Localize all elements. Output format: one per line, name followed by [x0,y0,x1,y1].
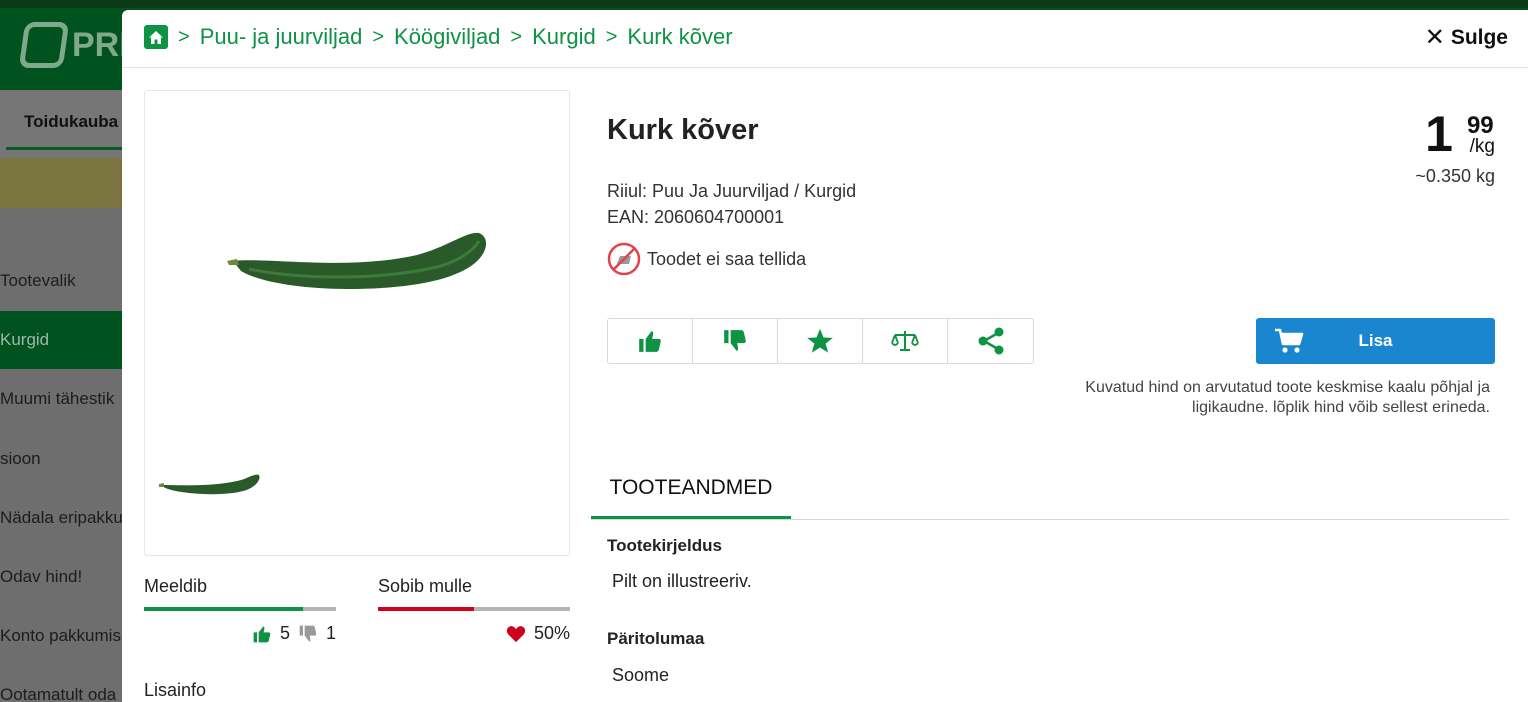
thumbs-down-icon [724,330,746,351]
likes-rating: Meeldib 5 1 [144,576,336,644]
close-button[interactable]: ✕ Sulge [1425,26,1508,50]
sidebar-item-nadala[interactable]: Nädala eripakku [0,489,130,547]
likes-count: 5 [279,623,290,643]
like-button[interactable] [608,319,693,363]
breadcrumb: > Puu- ja juurviljad > Köögiviljad > Kur… [144,24,733,50]
tab-divider [591,519,1509,520]
sidebar-item-konto[interactable]: Konto pakkumis [0,607,130,665]
background-logo: PRI [18,22,129,68]
home-icon[interactable] [144,25,168,49]
compare-button[interactable] [863,319,948,363]
action-buttons [607,318,1034,364]
background-nav-underline [6,147,124,150]
share-button[interactable] [948,319,1033,363]
description-value: Pilt on illustreeriv. [612,571,752,591]
logo-mark-icon [18,22,70,68]
sidebar-item-ootamatult[interactable]: Ootamatult oda [0,666,130,702]
background-header-strip [0,0,1528,8]
sidebar-item-tootevalik[interactable]: Tootevalik [0,252,130,310]
close-icon: ✕ [1424,24,1445,51]
likes-bar [144,607,336,611]
chevron-right-icon: > [605,25,618,48]
product-title: Kurk kõver [607,114,759,146]
star-icon [807,328,833,353]
cart-icon [1275,328,1304,353]
close-label: Sulge [1450,26,1508,49]
price-block: 1 99 /kg ~0.350 kg [1415,106,1495,187]
tab-tooteandmed[interactable]: TOOTEANDMED [591,474,791,519]
price-weight: ~0.350 kg [1415,166,1495,186]
price-integer: 1 [1425,106,1453,162]
origin-value: Soome [612,665,670,685]
scale-icon [891,331,919,351]
lisainfo-heading: Lisainfo [144,680,207,700]
add-to-cart-label: Lisa [1358,331,1393,350]
suits-counts: 50% [378,623,570,644]
shelf-info: Riiul: Puu Ja Juurviljad / Kurgid [607,181,857,201]
product-modal: > Puu- ja juurviljad > Köögiviljad > Kur… [122,10,1528,702]
sidebar-item-kurgid[interactable]: Kurgid [0,311,130,369]
modal-header: > Puu- ja juurviljad > Köögiviljad > Kur… [122,10,1528,68]
breadcrumb-item-current[interactable]: Kurk kõver [627,24,732,50]
breadcrumb-item[interactable]: Köögiviljad [394,24,500,50]
likes-counts: 5 1 [144,623,336,644]
likes-bar-fill [144,607,304,611]
logo-text: PRI [72,25,129,64]
sidebar-item-muumi[interactable]: Muumi tähestik [0,370,130,428]
background-nav-label[interactable]: Toidukauba [24,112,118,132]
not-orderable-text: Toodet ei saa tellida [647,248,807,269]
chevron-right-icon: > [178,25,190,48]
product-image-panel [144,90,570,556]
share-icon [978,327,1003,355]
favorite-button[interactable] [778,319,863,363]
not-orderable-notice: Toodet ei saa tellida [607,242,806,276]
suits-bar [378,607,570,611]
suits-percent: 50% [533,623,570,643]
product-image[interactable] [227,227,489,297]
thumbs-down-icon [299,625,317,641]
background-banner [0,158,130,208]
add-to-cart-button[interactable]: Lisa [1256,318,1495,364]
sidebar-item-odav[interactable]: Odav hind! [0,548,130,606]
thumbs-up-icon [639,331,661,352]
product-thumbnail[interactable] [159,469,261,497]
chevron-right-icon: > [510,25,523,48]
suits-bar-fill [378,607,474,611]
origin-label: Päritolumaa [607,629,705,648]
price-unit: /kg [1469,136,1495,157]
ean-info: EAN: 2060604700001 [607,207,785,227]
price-note: Kuvatud hind on arvutatud toote keskmise… [1085,379,1490,416]
sidebar-item-sioon[interactable]: sioon [0,430,130,488]
not-orderable-icon [607,242,641,276]
dislike-button[interactable] [693,319,778,363]
description-label: Tootekirjeldus [607,536,722,555]
price-main: 1 99 /kg [1415,106,1495,162]
likes-title: Meeldib [144,576,208,596]
suits-title: Sobib mulle [378,576,473,596]
dislikes-count: 1 [325,623,336,643]
thumbs-up-icon [253,626,271,642]
breadcrumb-item[interactable]: Puu- ja juurviljad [200,24,363,50]
product-meta: Riiul: Puu Ja Juurviljad / Kurgid EAN: 2… [607,178,856,230]
heart-icon [506,625,526,642]
chevron-right-icon: > [372,25,385,48]
breadcrumb-item[interactable]: Kurgid [532,24,596,50]
suits-me-rating: Sobib mulle 50% [378,576,570,644]
